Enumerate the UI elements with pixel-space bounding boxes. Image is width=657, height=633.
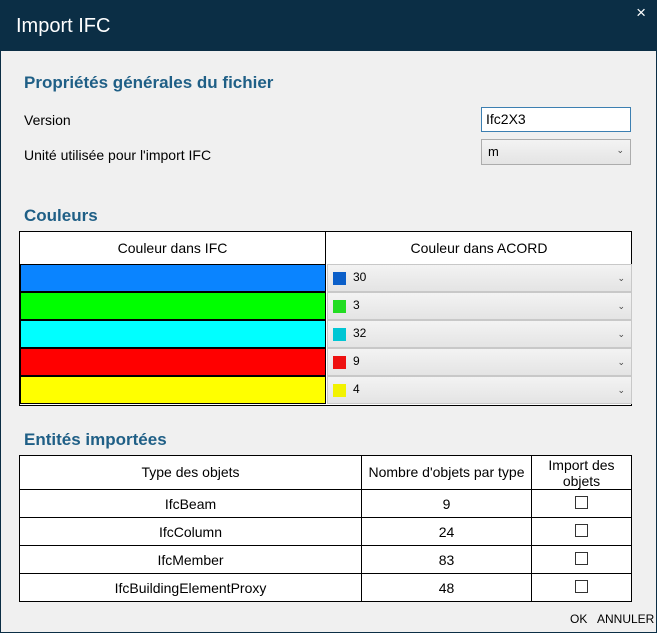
import-checkbox[interactable] xyxy=(575,552,588,565)
chevron-down-icon: ⌄ xyxy=(616,145,624,155)
import-checkbox[interactable] xyxy=(575,496,588,509)
title-bar: Import IFC × xyxy=(1,1,656,51)
acord-color-select[interactable]: 4 ⌄ xyxy=(327,376,632,404)
unit-select[interactable]: m ⌄ xyxy=(481,139,631,165)
entities-table: Type des objets Nombre d'objets par type… xyxy=(19,455,632,602)
import-checkbox[interactable] xyxy=(575,580,588,593)
cancel-button[interactable]: ANNULER xyxy=(597,612,654,626)
entities-heading: Entités importées xyxy=(24,430,167,449)
chevron-down-icon: ⌄ xyxy=(617,273,625,283)
acord-color-select[interactable]: 30 ⌄ xyxy=(327,264,632,292)
unit-select-value: m xyxy=(488,144,499,159)
ifc-color-swatch xyxy=(20,320,326,348)
acord-color-value: 30 xyxy=(353,270,367,284)
dialog-content: Propriétés générales du fichier Version … xyxy=(1,51,656,631)
acord-color-value: 32 xyxy=(353,326,367,340)
ifc-color-swatch xyxy=(20,376,326,404)
entity-count-cell: 48 xyxy=(362,574,532,602)
acord-color-select[interactable]: 9 ⌄ xyxy=(327,348,632,376)
entity-count-cell: 9 xyxy=(362,490,532,517)
acord-color-swatch xyxy=(333,328,346,341)
colors-table: Couleur dans IFC Couleur dans ACORD 30 ⌄ 3… xyxy=(19,231,632,406)
table-row: IfcMember 83 xyxy=(20,546,631,574)
column-header-import: Import des objets xyxy=(548,457,615,489)
import-ifc-dialog: Import IFC × Propriétés générales du fic… xyxy=(0,0,657,633)
acord-color-select[interactable]: 32 ⌄ xyxy=(327,320,632,348)
colors-heading: Couleurs xyxy=(24,206,98,225)
version-field[interactable]: Ifc2X3 xyxy=(481,107,631,132)
column-header-acord-color: Couleur dans ACORD xyxy=(327,232,631,264)
chevron-down-icon: ⌄ xyxy=(617,329,625,339)
acord-color-swatch xyxy=(333,272,346,285)
entity-import-cell xyxy=(532,490,631,517)
entity-type-cell: IfcBeam xyxy=(20,490,362,517)
column-header-count: Nombre d'objets par type xyxy=(362,456,532,489)
close-icon[interactable]: × xyxy=(636,4,646,22)
acord-color-value: 3 xyxy=(353,298,360,312)
unit-label: Unité utilisée pour l'import IFC xyxy=(24,147,212,163)
acord-color-swatch xyxy=(333,384,346,397)
acord-color-swatch xyxy=(333,356,346,369)
general-properties-heading: Propriétés générales du fichier xyxy=(24,73,274,92)
entity-import-cell xyxy=(532,574,631,602)
dialog-title: Import IFC xyxy=(16,15,111,37)
entity-count-cell: 24 xyxy=(362,518,532,545)
column-header-type: Type des objets xyxy=(20,456,362,489)
column-header-ifc-color: Couleur dans IFC xyxy=(20,232,326,264)
ok-button[interactable]: OK xyxy=(570,612,587,626)
entity-import-cell xyxy=(532,518,631,545)
acord-color-value: 4 xyxy=(353,382,360,396)
chevron-down-icon: ⌄ xyxy=(617,385,625,395)
entity-type-cell: IfcMember xyxy=(20,546,362,573)
table-row: IfcColumn 24 xyxy=(20,518,631,546)
entity-count-cell: 83 xyxy=(362,546,532,573)
entity-import-cell xyxy=(532,546,631,573)
acord-color-value: 9 xyxy=(353,354,360,368)
acord-color-swatch xyxy=(333,300,346,313)
import-checkbox[interactable] xyxy=(575,524,588,537)
entity-type-cell: IfcBuildingElementProxy xyxy=(20,574,362,602)
entity-type-cell: IfcColumn xyxy=(20,518,362,545)
entities-header-row: Type des objets Nombre d'objets par type… xyxy=(20,456,631,490)
acord-color-select[interactable]: 3 ⌄ xyxy=(327,292,632,320)
chevron-down-icon: ⌄ xyxy=(617,357,625,367)
chevron-down-icon: ⌄ xyxy=(617,301,625,311)
ifc-color-swatch xyxy=(20,348,326,376)
ifc-color-swatch xyxy=(20,264,326,292)
table-row: IfcBuildingElementProxy 48 xyxy=(20,574,631,602)
version-label: Version xyxy=(24,112,71,128)
table-row: IfcBeam 9 xyxy=(20,490,631,518)
ifc-color-swatch xyxy=(20,292,326,320)
